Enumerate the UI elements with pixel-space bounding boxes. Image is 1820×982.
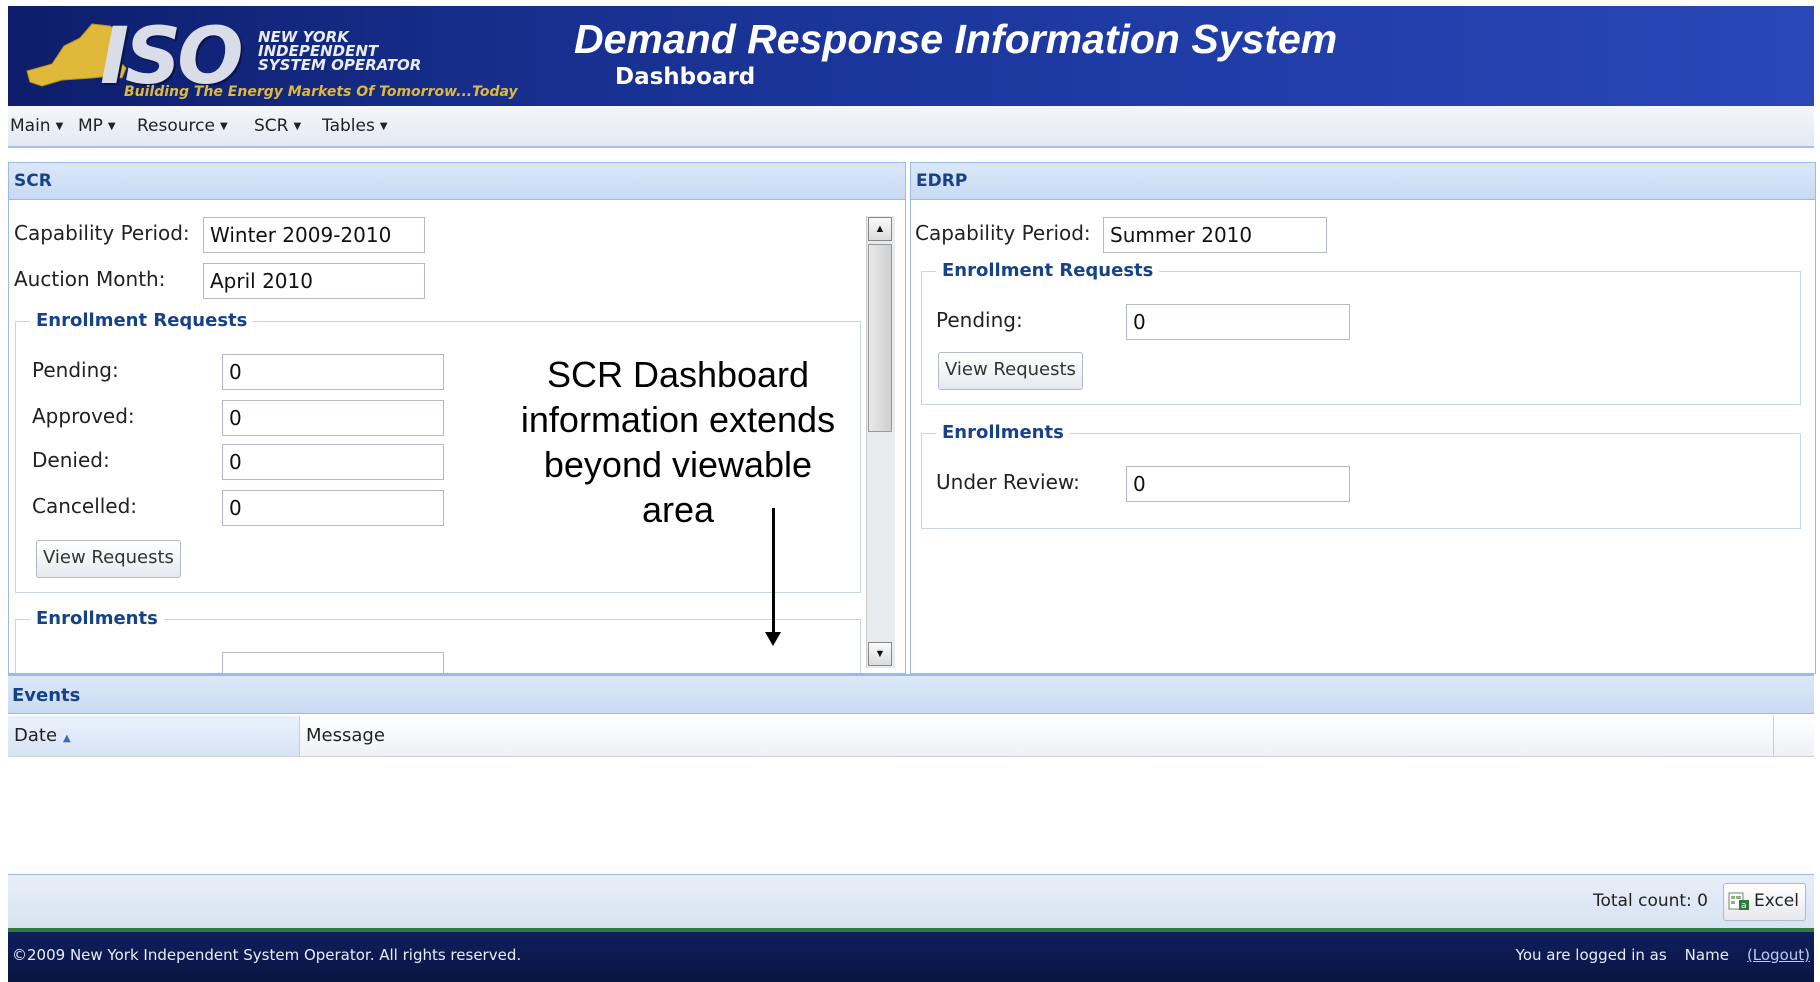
- edrp-enrollment-requests-fieldset: Enrollment Requests Pending: 0 View Requ…: [921, 260, 1801, 405]
- edrp-capability-period-label: Capability Period:: [915, 221, 1091, 245]
- edrp-enrollment-requests-legend: Enrollment Requests: [936, 260, 1160, 281]
- logo-org-line: SYSTEM OPERATOR: [258, 56, 422, 74]
- app-title: Demand Response Information System: [574, 16, 1338, 62]
- svg-text:a: a: [1741, 901, 1747, 911]
- annotation-line: SCR Dashboard: [546, 354, 810, 395]
- edrp-pending-field[interactable]: 0: [1126, 304, 1350, 340]
- scroll-thumb[interactable]: [868, 244, 892, 432]
- scroll-down-icon[interactable]: ▼: [868, 642, 892, 666]
- export-excel-button[interactable]: a Excel: [1722, 883, 1806, 921]
- edrp-under-review-label: Under Review:: [936, 470, 1080, 494]
- column-label: Message: [306, 725, 385, 746]
- nyiso-logo: ISO NEW YORK INDEPENDENT SYSTEM OPERATOR…: [22, 16, 562, 102]
- scr-panel-title: SCR: [9, 163, 905, 200]
- scr-denied-label: Denied:: [32, 448, 110, 472]
- menu-scr[interactable]: SCR ▼: [254, 116, 301, 136]
- scr-auction-month-field[interactable]: April 2010: [203, 263, 425, 299]
- page-title: Dashboard: [615, 64, 756, 90]
- events-grid-body: [8, 758, 1814, 872]
- total-count: Total count: 0: [1592, 891, 1708, 911]
- edrp-enrollments-fieldset: Enrollments Under Review: 0: [921, 422, 1801, 529]
- events-toolbar: Total count: 0 a Excel: [8, 874, 1814, 929]
- scr-capability-period-label: Capability Period:: [14, 221, 190, 245]
- copyright-text: ©2009 New York Independent System Operat…: [12, 946, 522, 964]
- app-header: ISO NEW YORK INDEPENDENT SYSTEM OPERATOR…: [8, 6, 1814, 106]
- logo-tagline: Building The Energy Markets Of Tomorrow.…: [124, 84, 518, 100]
- scr-enrollments-legend: Enrollments: [30, 608, 164, 629]
- column-header-date[interactable]: Date ▲: [8, 716, 300, 756]
- user-name: Name: [1684, 946, 1729, 964]
- scr-pending-label: Pending:: [32, 358, 119, 382]
- column-header-message[interactable]: Message: [300, 716, 1774, 756]
- scr-enrollments-field[interactable]: [222, 652, 444, 673]
- menu-label: Main: [10, 116, 51, 136]
- scr-enrollment-requests-legend: Enrollment Requests: [30, 310, 254, 331]
- scr-approved-field[interactable]: 0: [222, 400, 444, 436]
- scr-cancelled-label: Cancelled:: [32, 494, 138, 518]
- annotation-arrow: [772, 508, 775, 638]
- events-panel-title: Events: [8, 674, 1814, 714]
- annotation-line: beyond viewable: [543, 444, 813, 485]
- annotation-callout: SCR Dashboard information extends beyond…: [498, 352, 858, 532]
- menu-bar: Main ▼ MP ▼ Resource ▼ SCR ▼ Tables ▼: [8, 106, 1814, 148]
- excel-label: Excel: [1753, 891, 1799, 911]
- caret-down-icon: ▼: [379, 121, 388, 132]
- scr-pending-field[interactable]: 0: [222, 354, 444, 390]
- caret-down-icon: ▼: [107, 121, 116, 132]
- scr-scrollbar[interactable]: ▲ ▼: [866, 216, 895, 668]
- app-window: ISO NEW YORK INDEPENDENT SYSTEM OPERATOR…: [8, 6, 1816, 982]
- edrp-panel: EDRP Capability Period: Summer 2010 Enro…: [910, 162, 1816, 674]
- arrow-down-icon: [765, 632, 781, 646]
- edrp-panel-title: EDRP: [911, 163, 1815, 200]
- events-grid-header: Date ▲ Message: [8, 716, 1814, 757]
- caret-down-icon: ▼: [293, 121, 302, 132]
- menu-tables[interactable]: Tables ▼: [322, 116, 388, 136]
- menu-label: Resource: [137, 116, 215, 136]
- caret-down-icon: ▼: [219, 121, 228, 132]
- footer: ©2009 New York Independent System Operat…: [8, 932, 1814, 982]
- scroll-up-icon[interactable]: ▲: [868, 217, 892, 241]
- menu-main[interactable]: Main ▼: [10, 116, 63, 136]
- scr-denied-field[interactable]: 0: [222, 444, 444, 480]
- scr-enrollments-fieldset: Enrollments: [15, 608, 861, 673]
- scr-view-requests-button[interactable]: View Requests: [36, 540, 181, 578]
- menu-mp[interactable]: MP ▼: [78, 116, 116, 136]
- menu-label: SCR: [254, 116, 289, 136]
- sort-ascending-icon: ▲: [63, 733, 71, 744]
- column-label: Date: [14, 725, 58, 746]
- logged-in-label: You are logged in as: [1515, 946, 1667, 964]
- edrp-pending-label: Pending:: [936, 308, 1023, 332]
- annotation-line: information extends: [520, 399, 836, 440]
- edrp-view-requests-button[interactable]: View Requests: [938, 352, 1083, 390]
- login-status: You are logged in as Name (Logout): [1516, 946, 1810, 964]
- events-panel: Events Date▲ Message Total count: 0 a E: [8, 674, 1814, 929]
- logo-org-name: NEW YORK INDEPENDENT SYSTEM OPERATOR: [258, 30, 422, 74]
- caret-down-icon: ▼: [55, 121, 64, 132]
- logout-link[interactable]: (Logout): [1747, 946, 1810, 964]
- scr-cancelled-field[interactable]: 0: [222, 490, 444, 526]
- scr-approved-label: Approved:: [32, 404, 135, 428]
- menu-resource[interactable]: Resource ▼: [137, 116, 228, 136]
- edrp-capability-period-field[interactable]: Summer 2010: [1103, 217, 1327, 253]
- scr-auction-month-label: Auction Month:: [14, 267, 166, 291]
- scr-capability-period-field[interactable]: Winter 2009-2010: [203, 217, 425, 253]
- menu-label: Tables: [322, 116, 375, 136]
- annotation-line: area: [641, 489, 715, 530]
- edrp-under-review-field[interactable]: 0: [1126, 466, 1350, 502]
- excel-icon: a: [1728, 889, 1750, 911]
- menu-label: MP: [78, 116, 103, 136]
- edrp-enrollments-legend: Enrollments: [936, 422, 1070, 443]
